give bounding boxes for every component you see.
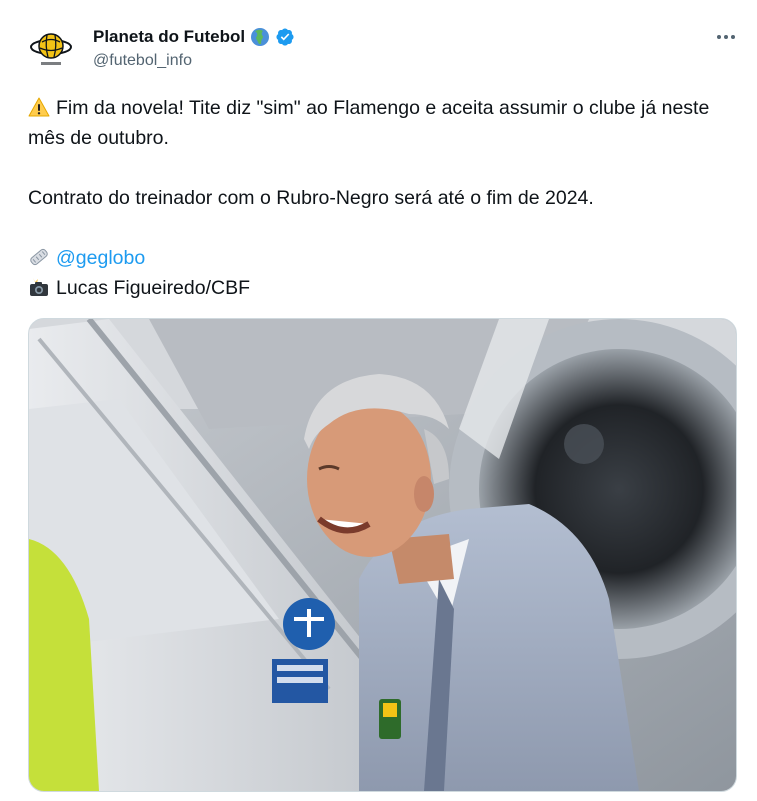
- globe-americas-icon: [250, 27, 270, 47]
- more-options-button[interactable]: [715, 26, 737, 48]
- tweet-source-line: @geglobo: [28, 243, 728, 273]
- tweet-card: Planeta do Futebol @futebol_info Fim da …: [0, 0, 757, 801]
- author-avatar[interactable]: [27, 26, 75, 74]
- author-name-row: Planeta do Futebol: [93, 26, 295, 48]
- tweet-photo[interactable]: [28, 318, 737, 792]
- tweet-text: Fim da novela! Tite diz "sim" ao Flameng…: [28, 93, 728, 303]
- author-display-name[interactable]: Planeta do Futebol: [93, 27, 245, 47]
- more-options-icon: [717, 35, 735, 39]
- author-handle[interactable]: @futebol_info: [93, 52, 192, 70]
- warning-icon: [28, 96, 50, 118]
- tweet-paragraph-1: Fim da novela! Tite diz "sim" ao Flameng…: [28, 93, 728, 153]
- coach-at-airplane-photo: [29, 319, 736, 791]
- source-mention-link[interactable]: @geglobo: [56, 247, 145, 269]
- planeta-logo-icon: [27, 26, 75, 74]
- tweet-credit-line: Lucas Figueiredo/CBF: [28, 273, 728, 303]
- verified-badge-icon[interactable]: [275, 27, 295, 47]
- tweet-line-2: Contrato do treinador com o Rubro-Negro …: [28, 187, 594, 209]
- tweet-line-1: Fim da novela! Tite diz "sim" ao Flameng…: [28, 97, 710, 149]
- photo-credit-text: Lucas Figueiredo/CBF: [56, 277, 251, 299]
- rolled-newspaper-icon: [28, 246, 50, 268]
- camera-flash-icon: [28, 276, 50, 298]
